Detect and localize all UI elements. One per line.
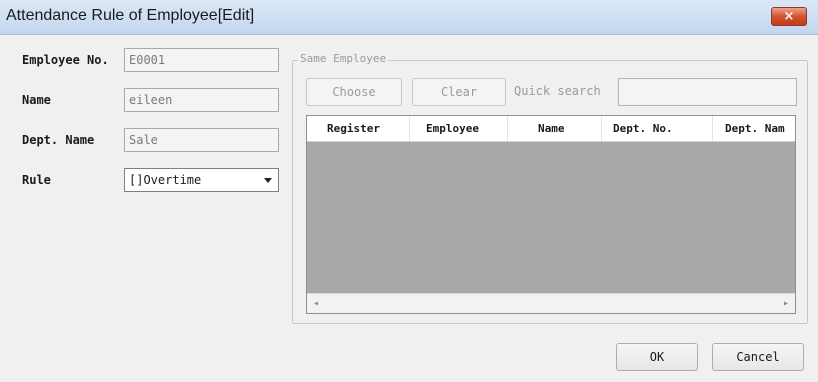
column-header-dept-name[interactable]: Dept. Nam <box>713 116 795 141</box>
employee-grid[interactable]: Register Employee Name Dept. No. Dept. N… <box>306 115 796 314</box>
column-header-name[interactable]: Name <box>508 116 602 141</box>
scroll-right-icon[interactable]: ▸ <box>783 299 789 309</box>
scroll-left-icon[interactable]: ◂ <box>313 299 319 309</box>
dept-name-field[interactable]: Sale <box>124 128 279 152</box>
grid-header: Register Employee Name Dept. No. Dept. N… <box>307 116 795 142</box>
quick-search-label: Quick search <box>514 84 601 98</box>
column-header-register[interactable]: Register <box>307 116 410 141</box>
chevron-down-icon <box>264 178 272 183</box>
title-bar[interactable]: Attendance Rule of Employee[Edit] × <box>0 0 818 35</box>
close-icon: × <box>783 9 795 24</box>
horizontal-scrollbar[interactable]: ◂ ▸ <box>307 293 795 313</box>
column-header-employee[interactable]: Employee <box>410 116 508 141</box>
name-field[interactable]: eileen <box>124 88 279 112</box>
window-title: Attendance Rule of Employee[Edit] <box>6 7 255 24</box>
rule-select[interactable]: []Overtime <box>124 168 279 192</box>
column-header-dept-no[interactable]: Dept. No. <box>602 116 713 141</box>
cancel-button[interactable]: Cancel <box>712 343 804 371</box>
ok-button[interactable]: OK <box>616 343 698 371</box>
rule-label: Rule <box>22 173 51 187</box>
rule-selected-value: []Overtime <box>129 173 202 187</box>
close-button[interactable]: × <box>771 7 807 26</box>
clear-button[interactable]: Clear <box>412 78 506 106</box>
choose-button[interactable]: Choose <box>306 78 402 106</box>
edit-dialog: Attendance Rule of Employee[Edit] × Empl… <box>0 0 818 382</box>
name-label: Name <box>22 93 51 107</box>
dept-name-label: Dept. Name <box>22 133 95 147</box>
employee-no-label: Employee No. <box>22 53 109 67</box>
same-employee-group-title: Same Employee <box>298 52 389 65</box>
quick-search-input[interactable] <box>618 78 797 106</box>
employee-no-field[interactable]: E0001 <box>124 48 279 72</box>
